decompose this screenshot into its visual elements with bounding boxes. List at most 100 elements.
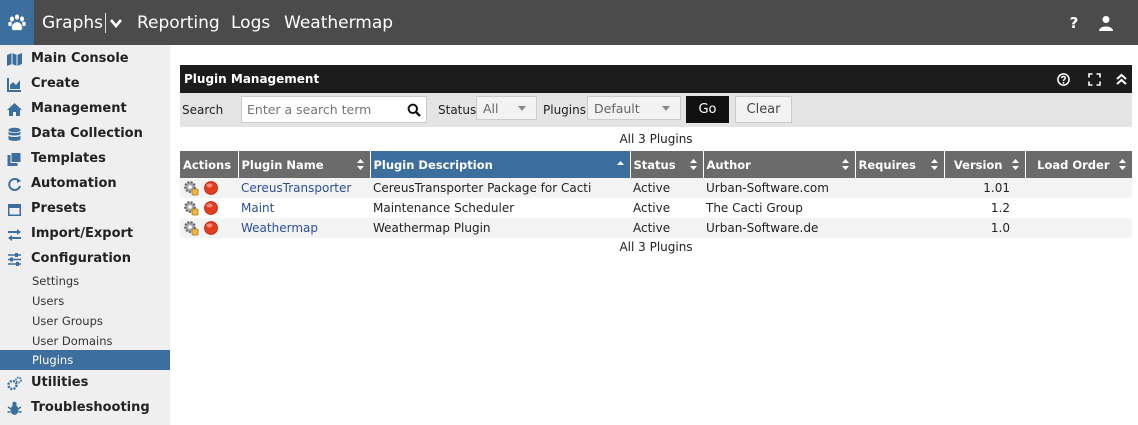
settings-gear-icon[interactable] (183, 220, 199, 236)
sidebar-item-label: Automation (31, 176, 117, 191)
top-navigation-bar: Graphs Reporting Logs Weathermap ? (0, 0, 1138, 45)
sidebar-subitem-plugins[interactable]: Plugins (0, 350, 170, 370)
sidebar-item-automation[interactable]: Automation (0, 172, 170, 197)
collapse-icon[interactable] (1115, 73, 1128, 86)
column-header-plugin-description[interactable]: Plugin Description (370, 151, 631, 178)
sidebar-item-label: Configuration (31, 251, 131, 266)
sidebar-subitem-users[interactable]: Users (0, 291, 170, 311)
chevron-down-icon[interactable] (109, 15, 123, 31)
status-select-value: All (483, 101, 499, 116)
plugin-name-cell: CereusTransporter (238, 178, 370, 198)
sidebar-item-troubleshooting[interactable]: Troubleshooting (0, 396, 170, 421)
status-select[interactable]: All (476, 96, 537, 120)
sidebar-subitem-label: User Domains (32, 334, 113, 348)
sidebar-item-utilities[interactable]: Utilities (0, 371, 170, 396)
search-input[interactable] (241, 96, 427, 123)
column-header-version[interactable]: Version (944, 151, 1026, 178)
sort-icon (841, 159, 849, 170)
sidebar-item-presets[interactable]: Presets (0, 197, 170, 222)
plugin-description-cell: Weathermap Plugin (370, 218, 630, 238)
sidebar-item-import-export[interactable]: Import/Export (0, 222, 170, 247)
column-header-status[interactable]: Status (630, 151, 704, 178)
table-header-row: Actions Plugin Name Plugin Description S… (180, 151, 1133, 178)
table-row: Maint Maintenance Scheduler Active The C… (180, 198, 1132, 218)
plugin-name-cell: Maint (238, 198, 370, 218)
plugins-select[interactable]: Default (587, 96, 681, 120)
column-header-label: Version (953, 157, 1003, 172)
sidebar-item-data-collection[interactable]: Data Collection (0, 122, 170, 147)
cogs-icon (7, 376, 22, 391)
search-label: Search (182, 103, 224, 117)
sort-icon (689, 159, 697, 170)
sidebar-item-label: Main Console (31, 51, 129, 66)
sliders-icon (8, 253, 21, 266)
column-header-requires[interactable]: Requires (855, 151, 945, 178)
sidebar-item-configuration[interactable]: Configuration (0, 247, 170, 272)
column-header-label: Author (706, 157, 751, 172)
nav-graphs[interactable]: Graphs (42, 0, 103, 45)
sort-icon (1011, 159, 1019, 170)
settings-gear-icon[interactable] (183, 200, 199, 216)
sidebar-item-templates[interactable]: Templates (0, 147, 170, 172)
plugin-name-link[interactable]: CereusTransporter (241, 181, 351, 195)
expand-icon[interactable] (1088, 73, 1101, 86)
plugin-name-link[interactable]: Maint (241, 201, 274, 215)
sidebar-subitem-label: User Groups (32, 314, 103, 328)
column-header-load-order[interactable]: Load Order (1025, 151, 1133, 178)
sidebar-subitem-user-domains[interactable]: User Domains (0, 331, 170, 351)
column-header-plugin-name[interactable]: Plugin Name (238, 151, 371, 178)
nav-reporting[interactable]: Reporting (137, 0, 220, 45)
nav-logs[interactable]: Logs (231, 0, 270, 45)
nav-divider (105, 13, 106, 33)
load-order-cell (1025, 178, 1132, 198)
actions-cell (180, 198, 238, 218)
sidebar-subitem-settings[interactable]: Settings (0, 271, 170, 291)
sidebar-subitem-label: Plugins (32, 353, 74, 367)
author-cell: The Cacti Group (703, 198, 855, 218)
clear-button[interactable]: Clear (735, 96, 792, 123)
requires-cell (855, 198, 944, 218)
plugin-count-top: All 3 Plugins (619, 132, 693, 146)
search-icon[interactable] (407, 103, 421, 117)
nav-weathermap[interactable]: Weathermap (284, 0, 393, 45)
sidebar-item-main-console[interactable]: Main Console (0, 47, 170, 72)
disable-plugin-icon[interactable] (203, 180, 219, 196)
disable-plugin-icon[interactable] (203, 220, 219, 236)
table-row: Weathermap Weathermap Plugin Active Urba… (180, 218, 1132, 238)
sidebar: Main Console Create Management Data Coll… (0, 45, 170, 425)
panel-title: Plugin Management (184, 72, 320, 86)
sidebar-item-label: Data Collection (31, 126, 143, 141)
sidebar-item-label: Import/Export (31, 226, 134, 241)
sidebar-item-create[interactable]: Create (0, 72, 170, 97)
version-cell: 1.01 (944, 178, 1025, 198)
plugin-name-link[interactable]: Weathermap (241, 221, 318, 235)
sidebar-item-management[interactable]: Management (0, 97, 170, 122)
settings-gear-icon[interactable] (183, 180, 199, 196)
sidebar-subitem-user-groups[interactable]: User Groups (0, 311, 170, 331)
disable-plugin-icon[interactable] (203, 200, 219, 216)
status-cell: Active (630, 198, 703, 218)
actions-cell (180, 218, 238, 238)
caret-down-icon (662, 106, 670, 111)
filter-bar: Search Status All Plugins Default Go Cle… (180, 93, 1132, 127)
column-header-label: Requires (858, 157, 916, 172)
status-label: Status (438, 103, 477, 117)
caret-down-icon (518, 106, 526, 111)
go-button[interactable]: Go (686, 96, 729, 123)
user-icon[interactable] (1098, 15, 1114, 31)
column-header-label: Plugin Description (373, 157, 493, 172)
paw-icon (8, 13, 26, 30)
database-icon (8, 127, 21, 141)
cacti-logo[interactable] (0, 0, 34, 45)
bug-icon (7, 401, 22, 415)
load-order-cell (1025, 198, 1132, 218)
status-cell: Active (630, 218, 703, 238)
plugin-description-cell: Maintenance Scheduler (370, 198, 630, 218)
column-header-author[interactable]: Author (703, 151, 856, 178)
copy-icon (7, 152, 22, 166)
sort-icon (356, 159, 364, 170)
help-icon[interactable]: ? (1066, 14, 1082, 32)
sidebar-item-label: Templates (31, 151, 106, 166)
requires-cell (855, 178, 944, 198)
help-circle-icon[interactable] (1057, 73, 1070, 86)
